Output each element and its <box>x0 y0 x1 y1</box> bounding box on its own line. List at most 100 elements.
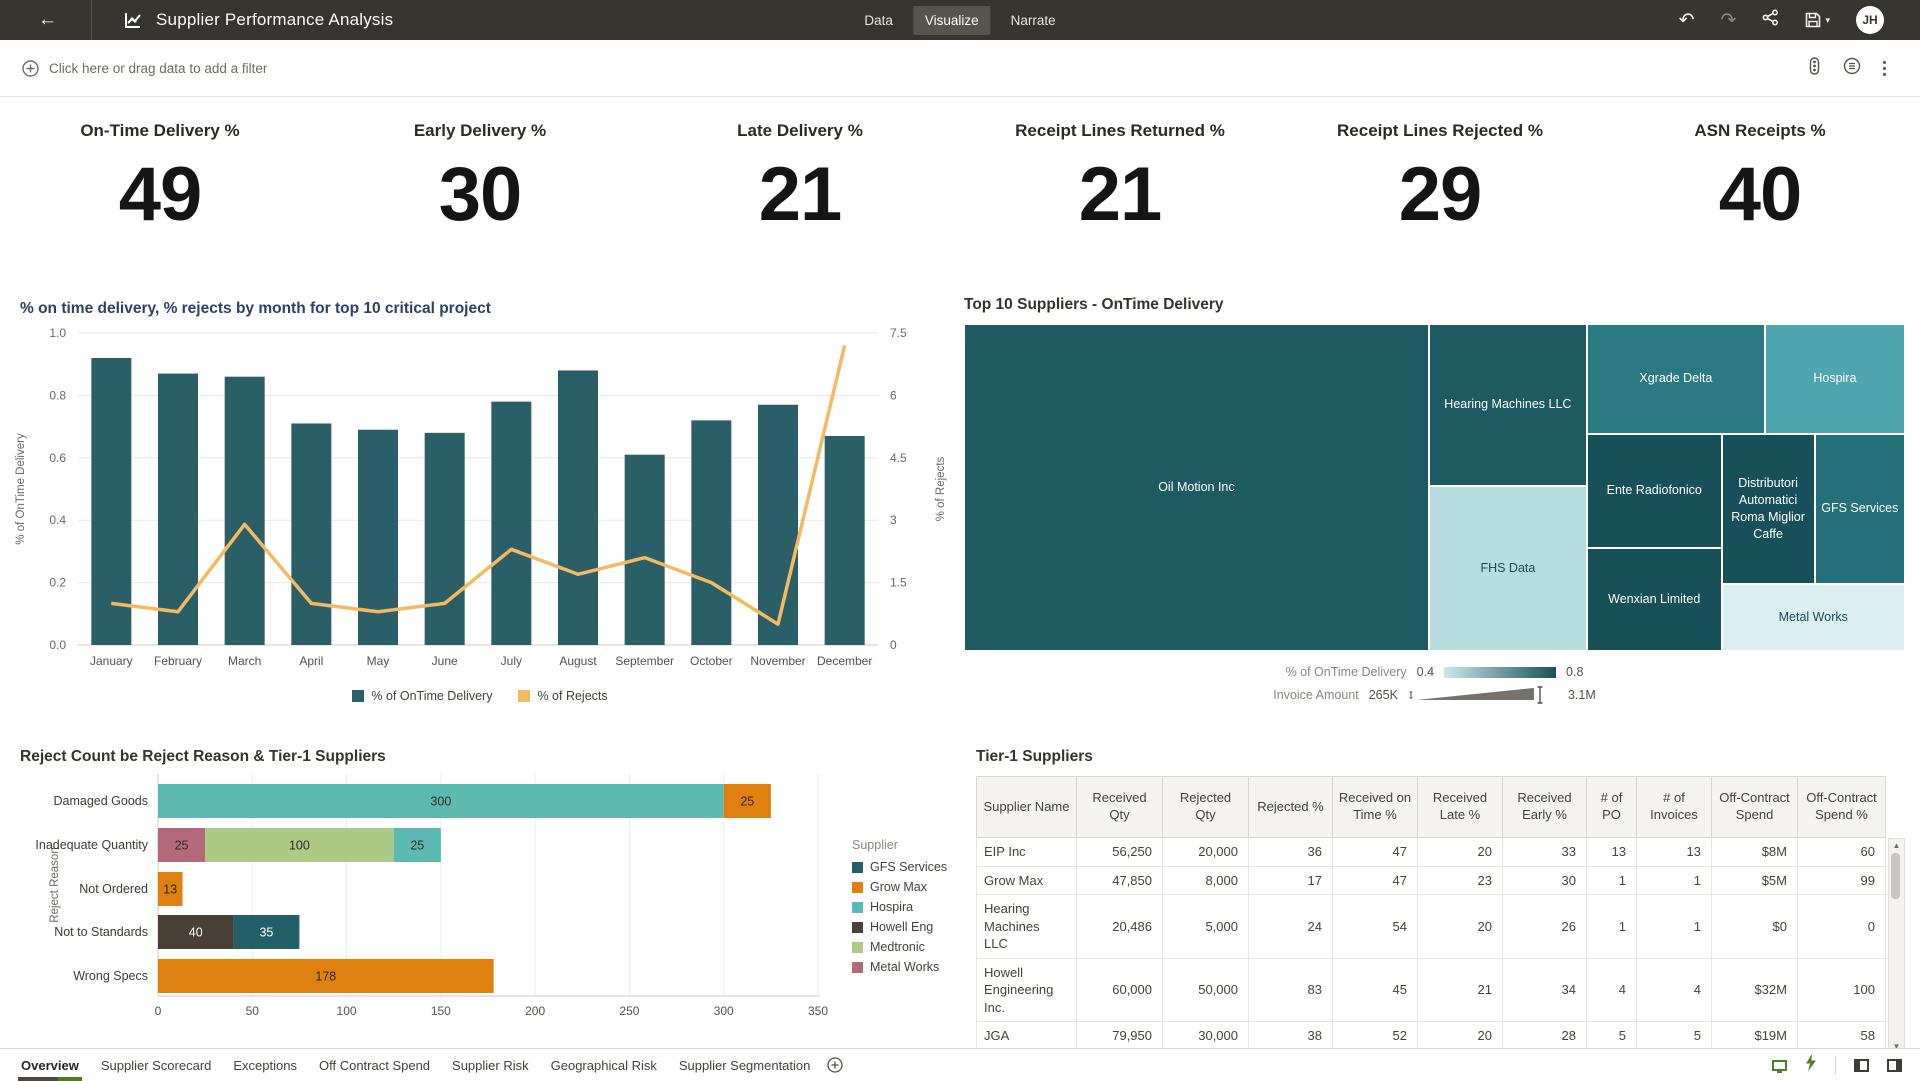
bar-November[interactable] <box>758 405 798 645</box>
kpi-tile[interactable]: Late Delivery %21 <box>640 97 960 292</box>
value-cell[interactable]: 20 <box>1418 838 1503 867</box>
value-cell[interactable]: 0 <box>1798 895 1886 959</box>
value-cell[interactable]: 4 <box>1587 958 1637 1022</box>
column-header[interactable]: Received Late % <box>1418 777 1503 838</box>
treemap-tile[interactable]: Ente Radiofonico <box>1587 434 1722 548</box>
avatar[interactable]: JH <box>1856 6 1884 34</box>
value-cell[interactable]: 34 <box>1503 958 1587 1022</box>
supplier-legend-item[interactable]: Medtronic <box>852 940 947 954</box>
value-cell[interactable]: 20,000 <box>1163 838 1249 867</box>
bar-October[interactable] <box>691 420 731 645</box>
column-header[interactable]: Supplier Name <box>977 777 1077 838</box>
value-cell[interactable]: 13 <box>1637 838 1712 867</box>
add-filter-prompt[interactable]: Click here or drag data to add a filter <box>22 60 267 77</box>
value-cell[interactable]: 33 <box>1503 838 1587 867</box>
bar-December[interactable] <box>825 436 865 645</box>
column-header[interactable]: Rejected % <box>1249 777 1333 838</box>
value-cell[interactable]: 60 <box>1798 838 1886 867</box>
bar-February[interactable] <box>158 374 198 645</box>
back-icon[interactable]: ← <box>38 9 57 31</box>
mode-tab-visualize[interactable]: Visualize <box>913 6 991 35</box>
value-cell[interactable]: 13 <box>1587 838 1637 867</box>
value-cell[interactable]: $5M <box>1712 866 1798 895</box>
value-cell[interactable]: 30 <box>1503 866 1587 895</box>
column-header[interactable]: Received Qty <box>1077 777 1163 838</box>
value-cell[interactable]: 79,950 <box>1077 1022 1163 1051</box>
bar-April[interactable] <box>291 423 331 645</box>
table-row[interactable]: Howell Engineering Inc.60,00050,00083452… <box>977 958 1886 1022</box>
value-cell[interactable]: 1 <box>1637 895 1712 959</box>
toggle-right-panel-icon[interactable] <box>1887 1059 1902 1072</box>
treemap-tile[interactable]: Metal Works <box>1722 584 1905 651</box>
value-cell[interactable]: 38 <box>1249 1022 1333 1051</box>
kpi-tile[interactable]: Receipt Lines Returned %21 <box>960 97 1280 292</box>
bar-June[interactable] <box>425 433 465 645</box>
treemap-tile[interactable]: FHS Data <box>1429 486 1587 651</box>
value-cell[interactable]: 52 <box>1333 1022 1418 1051</box>
value-cell[interactable]: 1 <box>1587 895 1637 959</box>
value-cell[interactable]: 45 <box>1333 958 1418 1022</box>
supplier-name-cell[interactable]: Hearing Machines LLC <box>977 895 1077 959</box>
supplier-name-cell[interactable]: JGA <box>977 1022 1077 1051</box>
value-cell[interactable]: 1 <box>1637 866 1712 895</box>
column-header[interactable]: Rejected Qty <box>1163 777 1249 838</box>
canvas-tab-supplier-scorecard[interactable]: Supplier Scorecard <box>90 1050 223 1081</box>
supplier-name-cell[interactable]: EIP Inc <box>977 838 1077 867</box>
mode-tab-narrate[interactable]: Narrate <box>999 6 1068 35</box>
treemap-tile[interactable]: Hospira <box>1765 324 1905 434</box>
treemap-tile[interactable]: Wenxian Limited <box>1587 548 1722 651</box>
supplier-legend-item[interactable]: Metal Works <box>852 960 947 974</box>
value-cell[interactable]: $19M <box>1712 1022 1798 1051</box>
value-cell[interactable]: $32M <box>1712 958 1798 1022</box>
add-canvas-icon[interactable] <box>827 1057 843 1073</box>
canvas-tab-geographical-risk[interactable]: Geographical Risk <box>540 1050 668 1081</box>
supplier-legend-item[interactable]: Hospira <box>852 900 947 914</box>
value-cell[interactable]: 5 <box>1637 1022 1712 1051</box>
supplier-name-cell[interactable]: Grow Max <box>977 866 1077 895</box>
value-cell[interactable]: 23 <box>1418 866 1503 895</box>
combo-chart-svg[interactable]: 1.00.80.60.40.20.07.564.531.50% of OnTim… <box>0 318 960 678</box>
value-cell[interactable]: 47,850 <box>1077 866 1163 895</box>
kpi-tile[interactable]: ASN Receipts %40 <box>1600 97 1920 292</box>
value-cell[interactable]: $0 <box>1712 895 1798 959</box>
value-cell[interactable]: 50,000 <box>1163 958 1249 1022</box>
value-cell[interactable]: 5 <box>1587 1022 1637 1051</box>
value-cell[interactable]: 54 <box>1333 895 1418 959</box>
value-cell[interactable]: 28 <box>1503 1022 1587 1051</box>
column-header[interactable]: Received Early % <box>1503 777 1587 838</box>
value-cell[interactable]: 56,250 <box>1077 838 1163 867</box>
table-row[interactable]: Grow Max47,8508,0001747233011$5M99 <box>977 866 1886 895</box>
canvas-tab-supplier-risk[interactable]: Supplier Risk <box>441 1050 540 1081</box>
value-cell[interactable]: 36 <box>1249 838 1333 867</box>
scroll-up-icon[interactable]: ▲ <box>1893 841 1901 850</box>
treemap-tile[interactable]: Xgrade Delta <box>1587 324 1765 434</box>
kpi-tile[interactable]: Early Delivery %30 <box>320 97 640 292</box>
treemap-tile[interactable]: Hearing Machines LLC <box>1429 324 1587 486</box>
value-cell[interactable]: 24 <box>1249 895 1333 959</box>
bar-March[interactable] <box>225 377 265 645</box>
kebab-menu-icon[interactable] <box>1883 61 1886 76</box>
value-cell[interactable]: 21 <box>1418 958 1503 1022</box>
kpi-tile[interactable]: On-Time Delivery %49 <box>0 97 320 292</box>
undo-icon[interactable]: ↶ <box>1679 9 1695 32</box>
value-cell[interactable]: 100 <box>1798 958 1886 1022</box>
supplier-legend-item[interactable]: Howell Eng <box>852 920 947 934</box>
value-cell[interactable]: 60,000 <box>1077 958 1163 1022</box>
canvas-tab-exceptions[interactable]: Exceptions <box>222 1050 308 1081</box>
value-cell[interactable]: 20 <box>1418 1022 1503 1051</box>
canvas-tab-supplier-segmentation[interactable]: Supplier Segmentation <box>668 1050 822 1081</box>
table-scrollbar[interactable]: ▲ ▼ <box>1888 838 1905 1054</box>
value-cell[interactable]: 1 <box>1587 866 1637 895</box>
table-row[interactable]: Hearing Machines LLC20,4865,000245420261… <box>977 895 1886 959</box>
traffic-light-icon[interactable] <box>1808 57 1821 80</box>
column-header[interactable]: # of Invoices <box>1637 777 1712 838</box>
save-caret-icon[interactable]: ▾ <box>1825 15 1830 26</box>
value-cell[interactable]: 26 <box>1503 895 1587 959</box>
value-cell[interactable]: 20,486 <box>1077 895 1163 959</box>
redo-icon[interactable]: ↷ <box>1721 9 1737 32</box>
scrollbar-thumb[interactable] <box>1891 853 1900 899</box>
bar-January[interactable] <box>91 358 131 645</box>
value-cell[interactable]: 17 <box>1249 866 1333 895</box>
supplier-legend-item[interactable]: GFS Services <box>852 860 947 874</box>
value-cell[interactable]: 47 <box>1333 838 1418 867</box>
